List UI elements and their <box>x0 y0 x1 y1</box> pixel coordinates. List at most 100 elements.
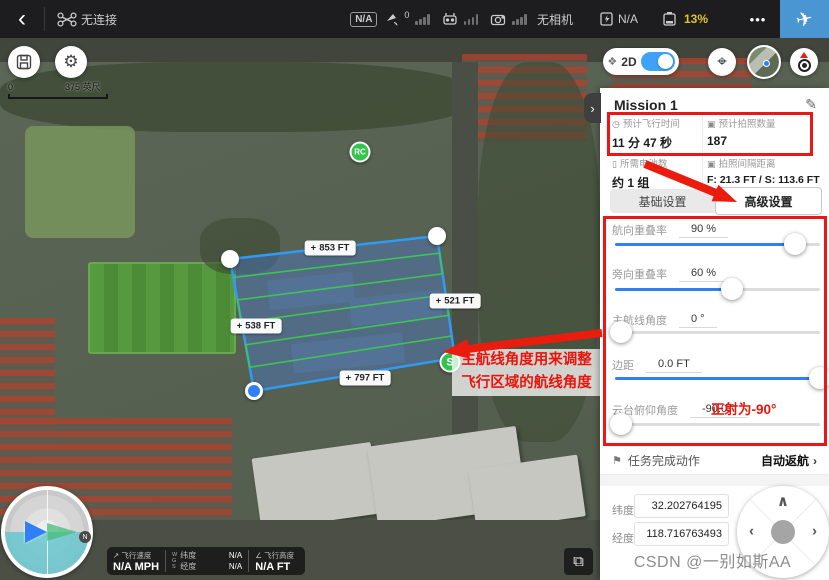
map-mode-toggle[interactable]: ❖ 2D <box>603 48 679 75</box>
more-icon: ••• <box>750 12 767 27</box>
save-mission-button[interactable] <box>8 46 40 78</box>
front-overlap-value[interactable]: 90 % <box>679 223 728 238</box>
dpad-center-button[interactable] <box>771 520 795 544</box>
back-button[interactable]: ‹ <box>0 0 44 38</box>
save-icon <box>16 54 32 70</box>
course-angle-value[interactable]: 0 ° <box>679 313 717 328</box>
stat-photo-count: ▣预计拍照数量 187 <box>707 116 802 148</box>
rc-battery-icon <box>599 11 614 27</box>
route-start-marker: S <box>440 352 461 373</box>
edge-length-label[interactable]: +797 FT <box>340 371 391 386</box>
map-layers-icon: ⧉ <box>573 553 584 570</box>
drone-mission-app: S RC +853 FT +521 FT +538 FT +797 FT 主航线… <box>0 0 829 580</box>
finish-action-row[interactable]: ⚑ 任务完成动作 自动返航 › <box>612 452 817 469</box>
edge-length-label[interactable]: +853 FT <box>305 241 356 256</box>
tab-advanced-settings[interactable]: 高级设置 <box>715 187 822 215</box>
polygon-vertex[interactable] <box>428 227 446 245</box>
slider-side-overlap: 旁向重叠率60 % <box>612 266 728 282</box>
course-angle-slider[interactable] <box>615 331 820 334</box>
minimap-thumbnail <box>749 47 779 77</box>
move-handle-icon: + <box>436 296 442 307</box>
margin-slider[interactable] <box>615 377 820 380</box>
connection-status: 无连接 <box>81 11 117 28</box>
move-handle-icon: + <box>346 373 352 384</box>
margin-value[interactable]: 0.0 FT <box>646 358 702 373</box>
latitude-label: 纬度 <box>612 502 634 518</box>
map-scale-bar: 0375 英尺 <box>8 80 108 99</box>
slider-thumb[interactable] <box>809 367 829 389</box>
rc-signal-bars <box>464 13 479 25</box>
map-trees-right <box>478 62 600 442</box>
speed-arrow-icon: ↗ <box>113 551 119 560</box>
compass-orient-button[interactable] <box>790 48 818 76</box>
satellite-icon <box>385 12 400 26</box>
clock-icon: ◷ <box>612 119 620 129</box>
slider-gimbal-pitch: 云台俯仰角度-90.0 ° <box>612 402 747 418</box>
settings-tabs: 基础设置 高级设置 <box>610 189 820 213</box>
aircraft-status[interactable]: 无连接 <box>57 11 117 28</box>
camera-status: 无相机 <box>537 11 573 28</box>
gimbal-pitch-value[interactable]: -90.0 ° <box>690 403 747 418</box>
settings-button[interactable]: ⚙ <box>55 46 87 78</box>
mission-title: Mission 1 <box>614 97 678 113</box>
side-overlap-value[interactable]: 60 % <box>679 267 728 282</box>
camera-signal-bars <box>512 13 527 25</box>
rc-battery[interactable]: N/A <box>599 11 638 27</box>
camera-signal[interactable]: 无相机 <box>490 11 573 28</box>
satellite-count: 0 <box>404 10 409 20</box>
rc-signal[interactable] <box>442 12 479 26</box>
top-status-bar: ‹ 无连接 N/A 0 无相机 N/A 13% <box>0 0 829 38</box>
camera-icon <box>490 13 506 26</box>
minimap-button[interactable] <box>747 45 781 79</box>
dpad-left-icon[interactable]: ‹ <box>749 523 754 540</box>
polygon-vertex-selected[interactable] <box>245 382 263 400</box>
takeoff-button[interactable]: ✈ <box>780 0 829 38</box>
slider-thumb[interactable] <box>784 233 806 255</box>
locate-crosshair-icon: ⌖ <box>717 52 727 72</box>
tab-basic-settings[interactable]: 基础设置 <box>610 189 715 213</box>
satellite-signal[interactable]: 0 <box>385 12 430 26</box>
gimbal-pitch-slider[interactable] <box>615 423 820 426</box>
side-overlap-slider[interactable] <box>615 288 820 291</box>
telemetry-coords: WGS 纬度N/A 经度N/A <box>166 547 248 575</box>
latitude-field[interactable]: 32.202764195 <box>634 494 729 518</box>
slider-thumb[interactable] <box>610 413 632 435</box>
edge-length-label[interactable]: +521 FT <box>430 294 481 309</box>
collapse-icon: › <box>590 101 594 116</box>
gps-mode-badge: N/A <box>350 12 377 27</box>
map-building-white <box>252 442 381 530</box>
slider-thumb[interactable] <box>610 321 632 343</box>
slider-margin: 边距0.0 FT <box>612 357 702 373</box>
photo-icon: ▣ <box>707 119 716 129</box>
battery-percent: 13% <box>684 12 708 26</box>
compass-north-arrow-icon <box>800 52 808 58</box>
dpad-control[interactable]: ∧ ‹ › <box>737 486 829 578</box>
flag-icon: ⚑ <box>612 454 622 467</box>
polygon-vertex[interactable] <box>221 250 239 268</box>
stat-battery-count: ▯所需电池数 约 1 组 <box>612 156 707 191</box>
north-badge: N <box>79 531 91 543</box>
wgs-label: WGS <box>172 550 177 572</box>
dpad-right-icon[interactable]: › <box>812 523 817 540</box>
slider-thumb[interactable] <box>721 278 743 300</box>
dpad-up-icon[interactable]: ∧ <box>777 492 789 510</box>
more-menu-button[interactable]: ••• <box>736 12 780 27</box>
divider <box>44 7 45 31</box>
map-layers-button[interactable]: ⧉ <box>564 548 593 575</box>
longitude-label: 经度 <box>612 530 634 546</box>
locate-button[interactable]: ⌖ <box>708 48 736 76</box>
panel-collapse-button[interactable]: › <box>584 93 601 123</box>
mode-toggle-switch[interactable] <box>641 52 675 71</box>
battery-icon <box>662 11 680 27</box>
section-gap <box>600 475 829 486</box>
aircraft-battery[interactable]: 13% <box>662 11 708 27</box>
longitude-field[interactable]: 118.716763493 <box>634 522 729 546</box>
map-soccer-field <box>88 262 236 354</box>
edit-pencil-icon[interactable]: ✎ <box>805 96 817 113</box>
front-overlap-slider[interactable] <box>615 243 820 246</box>
edge-length-label[interactable]: +538 FT <box>231 319 282 334</box>
map-roofs-left <box>0 318 55 430</box>
stat-flight-time: ◷预计飞行时间 11 分 47 秒 <box>612 116 707 151</box>
map-park <box>25 126 135 238</box>
compass-dial-icon <box>798 59 811 72</box>
